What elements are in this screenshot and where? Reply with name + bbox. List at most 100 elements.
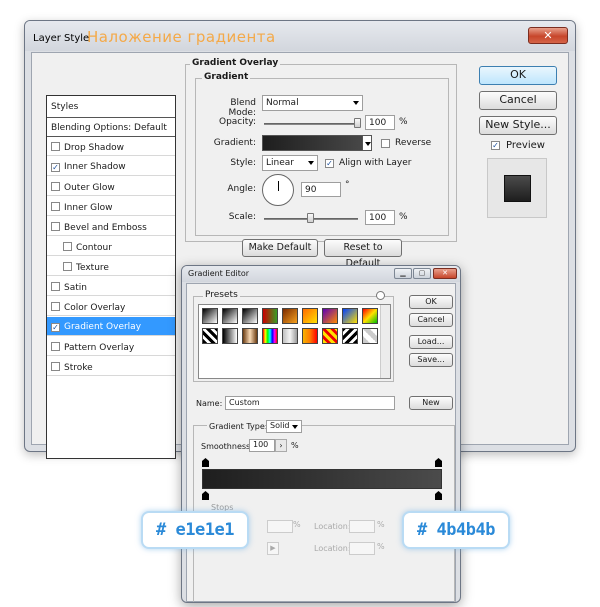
align-with-layer-checkbox[interactable]: ✓ [325,159,334,168]
style-checkbox[interactable] [51,362,60,371]
ge-new-button[interactable]: New [409,396,453,410]
ok-button[interactable]: OK [479,66,557,85]
gradient-bar[interactable] [202,469,442,489]
smoothness-stepper[interactable]: › [275,439,287,452]
styles-list: Styles Blending Options: Default Drop Sh… [46,95,176,459]
scale-slider-thumb[interactable] [307,213,314,223]
style-item[interactable]: Texture [47,257,175,276]
style-checkbox[interactable]: ✓ [51,163,60,172]
style-item[interactable]: ✓ Inner Shadow [47,157,175,176]
color-stop-right[interactable] [435,491,442,500]
styles-header[interactable]: Styles [47,96,175,118]
gradient-picker-button[interactable] [362,135,372,151]
preset-swatch[interactable] [342,328,358,344]
preset-swatch[interactable] [262,308,278,324]
preset-swatch[interactable] [322,308,338,324]
opacity-stop-right[interactable] [435,458,442,467]
angle-dial[interactable] [262,174,294,206]
presets-menu-icon[interactable] [376,291,385,300]
style-checkbox[interactable] [63,262,72,271]
preset-swatch[interactable] [222,308,238,324]
hex-label-right: # 4b4b4b [402,511,510,549]
preset-swatch[interactable] [302,308,318,324]
new-style-button[interactable]: New Style... [479,116,557,135]
ge-load-button[interactable]: Load... [409,335,453,349]
gradient-type-select[interactable]: Solid [266,420,302,433]
maximize-icon[interactable]: ▢ [413,268,431,279]
preset-swatch[interactable] [342,308,358,324]
color-stop-left[interactable] [202,491,209,500]
preset-swatch[interactable] [222,328,238,344]
style-checkbox[interactable] [51,302,60,311]
angle-input[interactable]: 90 [301,182,341,197]
gradient-type-value: Solid [270,421,290,430]
style-checkbox[interactable] [51,222,60,231]
style-item-label: Stroke [64,363,93,373]
gradient-editor-title: Gradient Editor [188,269,250,278]
style-checkbox[interactable]: ✓ [51,323,60,332]
style-item[interactable]: Drop Shadow [47,137,175,156]
ge-save-button[interactable]: Save... [409,353,453,367]
name-input[interactable]: Custom [225,396,395,410]
opacity-slider-thumb[interactable] [354,118,361,128]
ge-ok-button[interactable]: OK [409,295,453,309]
style-item[interactable]: Inner Glow [47,197,175,216]
reset-to-default-button[interactable]: Reset to Default [324,239,402,269]
style-item[interactable]: Bevel and Emboss [47,217,175,236]
style-checkbox[interactable] [63,242,72,251]
preset-swatch[interactable] [282,308,298,324]
angle-label: Angle: [227,184,256,194]
style-checkbox[interactable] [51,342,60,351]
reverse-checkbox[interactable] [381,139,390,148]
style-checkbox[interactable] [51,182,60,191]
gradient-preview-swatch[interactable] [262,135,372,151]
style-item[interactable]: Pattern Overlay [47,337,175,356]
opacity-slider[interactable] [264,123,358,125]
style-select[interactable]: Linear [262,155,318,171]
preset-swatch[interactable] [202,308,218,324]
dropdown-arrow-icon [292,425,298,429]
style-label: Style: [230,158,256,168]
style-item[interactable]: Outer Glow [47,177,175,196]
preset-swatch[interactable] [302,328,318,344]
style-checkbox[interactable] [51,142,60,151]
style-checkbox[interactable] [51,282,60,291]
close-icon[interactable]: ✕ [433,268,457,279]
color-location-label: Location: [314,544,351,553]
style-checkbox[interactable] [51,202,60,211]
close-button[interactable]: ✕ [528,27,568,44]
preset-swatch[interactable] [362,328,378,344]
make-default-button[interactable]: Make Default [242,239,318,257]
stop-opacity-percent: % [293,520,301,529]
style-item[interactable]: Stroke [47,357,175,376]
preset-swatch[interactable] [242,308,258,324]
cancel-button[interactable]: Cancel [479,91,557,110]
style-item[interactable]: Satin [47,277,175,296]
preset-swatch[interactable] [362,308,378,324]
opacity-input[interactable]: 100 [365,115,395,130]
smoothness-input[interactable]: 100 [249,439,275,452]
presets-scrollbar[interactable] [380,305,390,378]
gradient-editor-body: Presets OK Cancel Load... Save... Name: … [186,283,456,602]
scale-input[interactable]: 100 [365,210,395,225]
blending-options-item[interactable]: Blending Options: Default [47,118,175,137]
opacity-location-input [349,520,375,533]
preset-swatch[interactable] [202,328,218,344]
scale-label: Scale: [228,212,256,222]
style-item[interactable]: ✓ Gradient Overlay [47,317,175,336]
minimize-icon[interactable]: ▁ [394,268,412,279]
preview-checkbox[interactable]: ✓ [491,141,500,150]
style-item-label: Bevel and Emboss [64,223,147,233]
style-item[interactable]: Color Overlay [47,297,175,316]
style-item[interactable]: Contour [47,237,175,256]
ge-cancel-button[interactable]: Cancel [409,313,453,327]
preset-swatch[interactable] [322,328,338,344]
preset-swatch[interactable] [282,328,298,344]
opacity-stop-left[interactable] [202,458,209,467]
subgroup-title: Gradient [202,72,251,82]
preset-swatch[interactable] [242,328,258,344]
degree-sign: ° [345,180,350,190]
style-item-label: Outer Glow [64,183,115,193]
blend-mode-select[interactable]: Normal [262,95,363,111]
preset-swatch[interactable] [262,328,278,344]
